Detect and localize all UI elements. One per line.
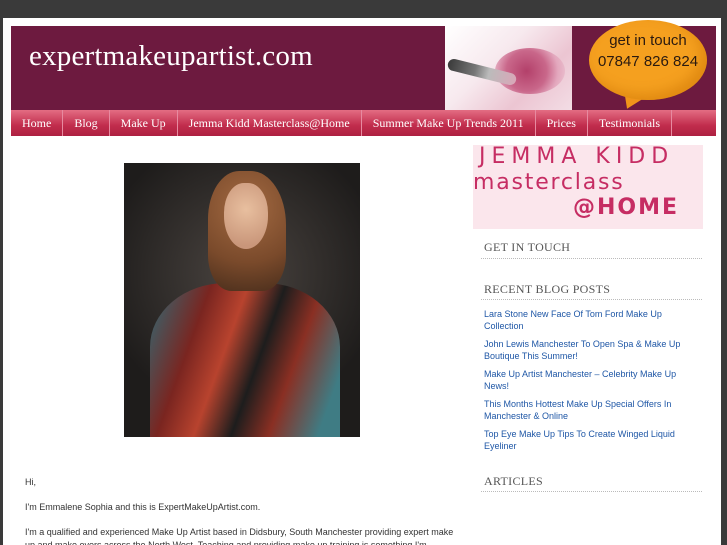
recent-post-link[interactable]: Lara Stone New Face Of Tom Ford Make Up …	[484, 308, 699, 332]
recent-post-link[interactable]: Make Up Artist Manchester – Celebrity Ma…	[484, 368, 699, 392]
page-container: expertmakeupartist.com get in touch 0784…	[3, 18, 721, 545]
recent-post-link[interactable]: John Lewis Manchester To Open Spa & Make…	[484, 338, 699, 362]
recent-posts-heading: RECENT BLOG POSTS	[484, 282, 611, 296]
divider	[481, 299, 702, 300]
banner-line-1: JEMMA KIDD	[479, 144, 675, 169]
banner-line-2: masterclass	[473, 170, 625, 195]
nav-item-make-up[interactable]: Make Up	[110, 110, 178, 136]
browser-top-bar	[0, 0, 727, 18]
body-paragraph: I'm a qualified and experienced Make Up …	[25, 527, 454, 545]
articles-heading: ARTICLES	[484, 474, 544, 488]
photo-dress	[150, 283, 340, 437]
nav-item-summer-trends[interactable]: Summer Make Up Trends 2011	[362, 110, 536, 136]
get-in-touch-heading: GET IN TOUCH	[484, 240, 571, 254]
divider	[481, 491, 702, 492]
divider	[481, 258, 702, 259]
get-in-touch-label: get in touch	[609, 32, 687, 49]
banner-line-3: @HOME	[573, 195, 680, 220]
nav-item-prices[interactable]: Prices	[536, 110, 588, 136]
recent-post-link[interactable]: Top Eye Make Up Tips To Create Winged Li…	[484, 428, 699, 452]
site-title[interactable]: expertmakeupartist.com	[29, 40, 313, 73]
nav-item-testimonials[interactable]: Testimonials	[588, 110, 673, 136]
site-header: expertmakeupartist.com get in touch 0784…	[11, 20, 716, 114]
nav-item-jemma-kidd[interactable]: Jemma Kidd Masterclass@Home	[178, 110, 362, 136]
recent-post-link[interactable]: This Months Hottest Make Up Special Offe…	[484, 398, 699, 422]
main-nav: Home Blog Make Up Jemma Kidd Masterclass…	[11, 110, 716, 136]
nav-item-home[interactable]: Home	[11, 110, 64, 136]
jemma-kidd-banner[interactable]: JEMMA KIDD masterclass @HOME	[473, 144, 703, 229]
get-in-touch-area[interactable]: get in touch 07847 826 824	[572, 20, 716, 114]
model-photo	[124, 163, 360, 437]
photo-face	[224, 183, 268, 249]
intro-text: I'm Emmalene Sophia and this is ExpertMa…	[25, 502, 261, 512]
greeting-text: Hi,	[25, 477, 36, 487]
phone-number: 07847 826 824	[597, 53, 699, 70]
nav-item-blog[interactable]: Blog	[63, 110, 110, 136]
makeup-powder-image	[445, 26, 572, 110]
